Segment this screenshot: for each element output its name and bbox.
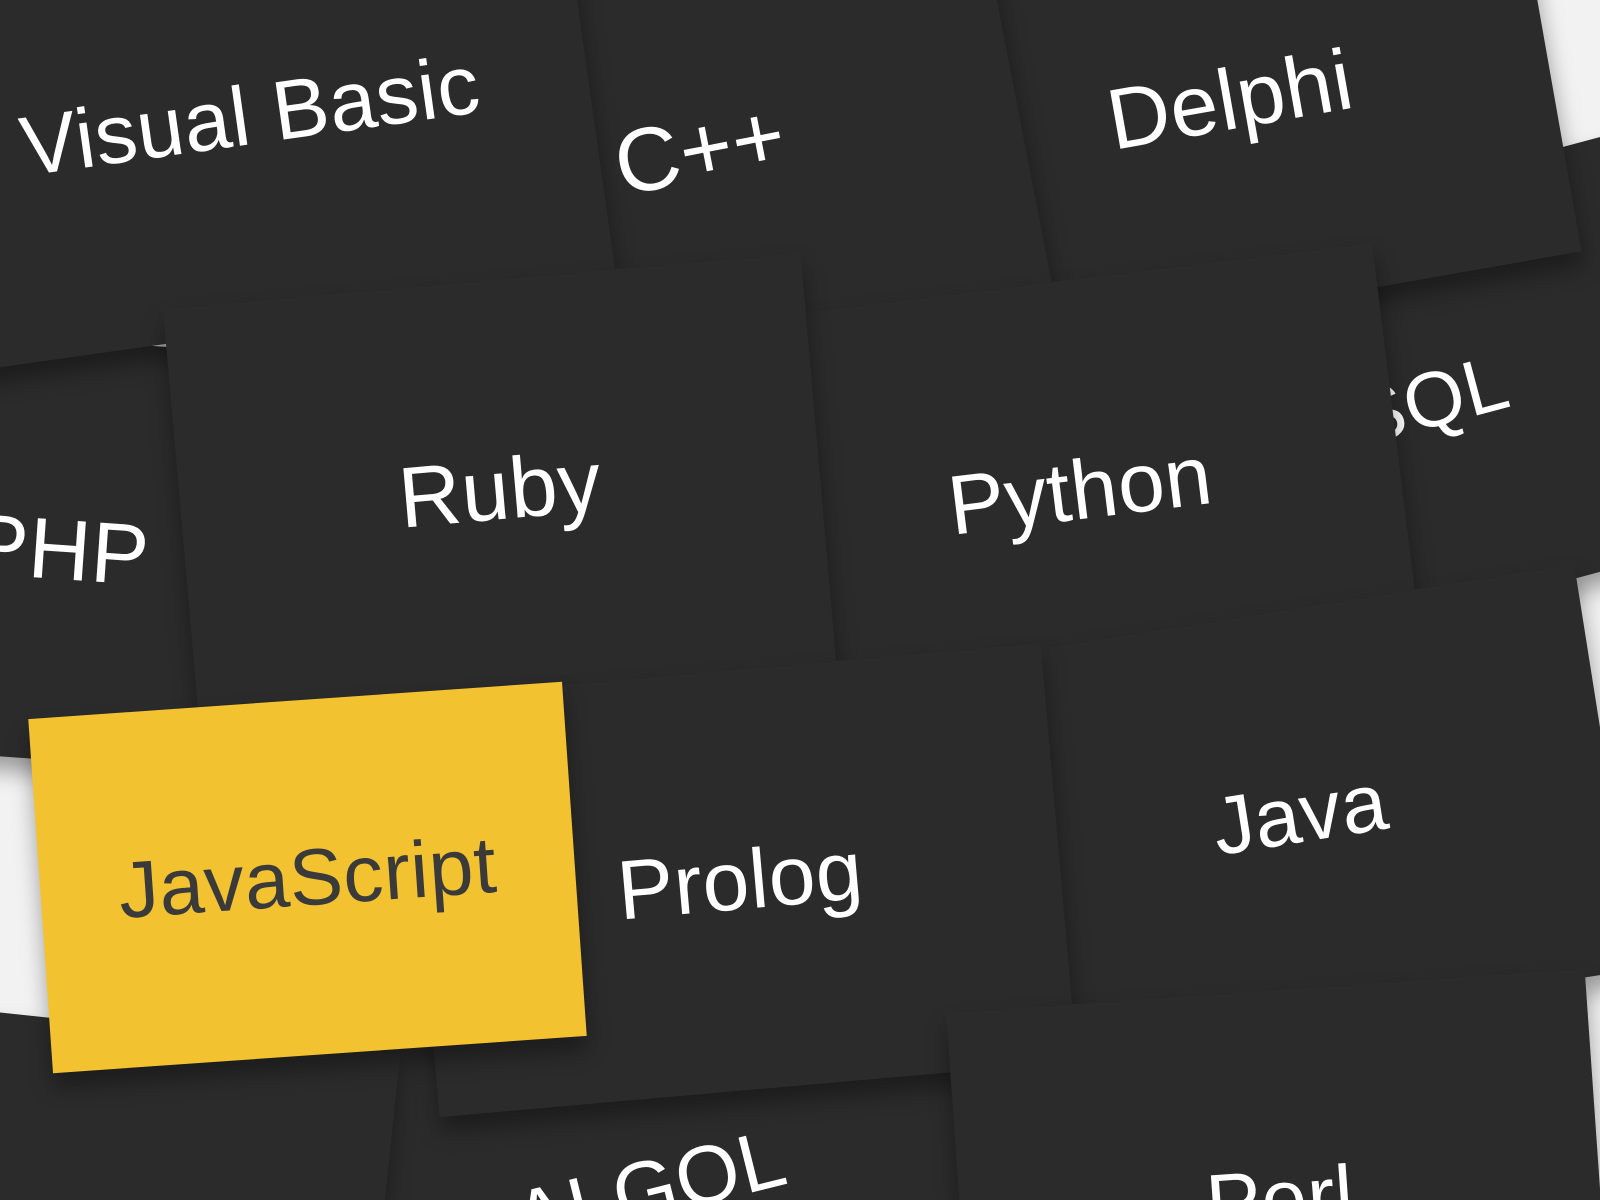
card-visual-basic-label: Visual Basic xyxy=(14,35,485,195)
card-prolog-label: Prolog xyxy=(613,821,866,939)
card-javascript: JavaScript xyxy=(28,682,586,1073)
card-php-label: PHP xyxy=(0,494,152,605)
card-java-label: Java xyxy=(1206,755,1394,875)
card-python-label: Python xyxy=(943,426,1217,555)
card-delphi-label: Delphi xyxy=(1100,30,1360,170)
card-perl-label: Perl xyxy=(1203,1148,1357,1200)
card-ruby-label: Ruby xyxy=(395,432,606,548)
card-cpp-label: C++ xyxy=(606,83,794,217)
language-cards-pile: SQL Delphi PHP C++ Visual Basic Python R… xyxy=(0,0,1600,1200)
card-ruby: Ruby xyxy=(163,253,837,727)
card-javascript-label: JavaScript xyxy=(116,818,500,936)
card-algol-label: ALGOL xyxy=(505,1111,796,1200)
